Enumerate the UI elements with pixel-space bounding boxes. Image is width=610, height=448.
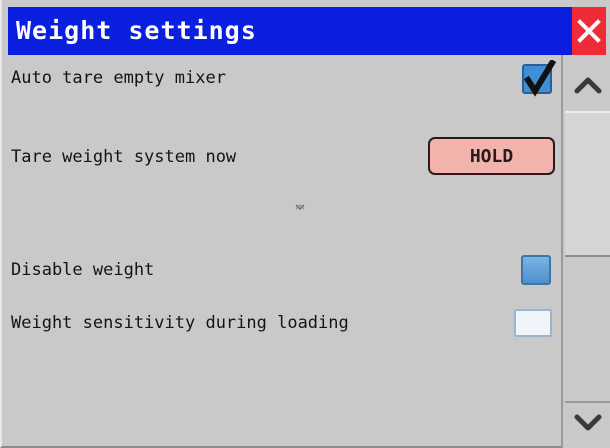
weight-settings-window: Weight settings Auto tare empty mixer Ta… — [0, 0, 610, 448]
weight-sensitivity-checkbox[interactable] — [514, 309, 552, 337]
separator-mark-icon — [295, 204, 305, 211]
hold-button[interactable]: HOLD — [428, 137, 555, 175]
title-bar: Weight settings — [8, 7, 606, 55]
disable-weight-checkbox[interactable] — [521, 255, 551, 285]
chevron-down-icon — [574, 414, 601, 431]
scrollbar[interactable] — [561, 55, 610, 448]
auto-tare-checkbox[interactable] — [522, 60, 556, 97]
scroll-down-button[interactable] — [563, 400, 610, 446]
checkmark-icon — [523, 60, 556, 97]
close-button[interactable] — [572, 7, 606, 55]
scroll-thumb[interactable] — [565, 111, 610, 257]
tare-now-label: Tare weight system now — [11, 147, 237, 167]
scroll-up-button[interactable] — [563, 60, 610, 110]
chevron-up-icon — [574, 77, 601, 94]
scroll-track[interactable] — [565, 257, 610, 403]
window-title: Weight settings — [16, 16, 257, 45]
settings-list — [2, 55, 560, 446]
weight-sensitivity-label: Weight sensitivity during loading — [11, 313, 349, 333]
auto-tare-label: Auto tare empty mixer — [11, 68, 226, 88]
close-icon — [577, 19, 601, 43]
disable-weight-label: Disable weight — [11, 260, 155, 280]
